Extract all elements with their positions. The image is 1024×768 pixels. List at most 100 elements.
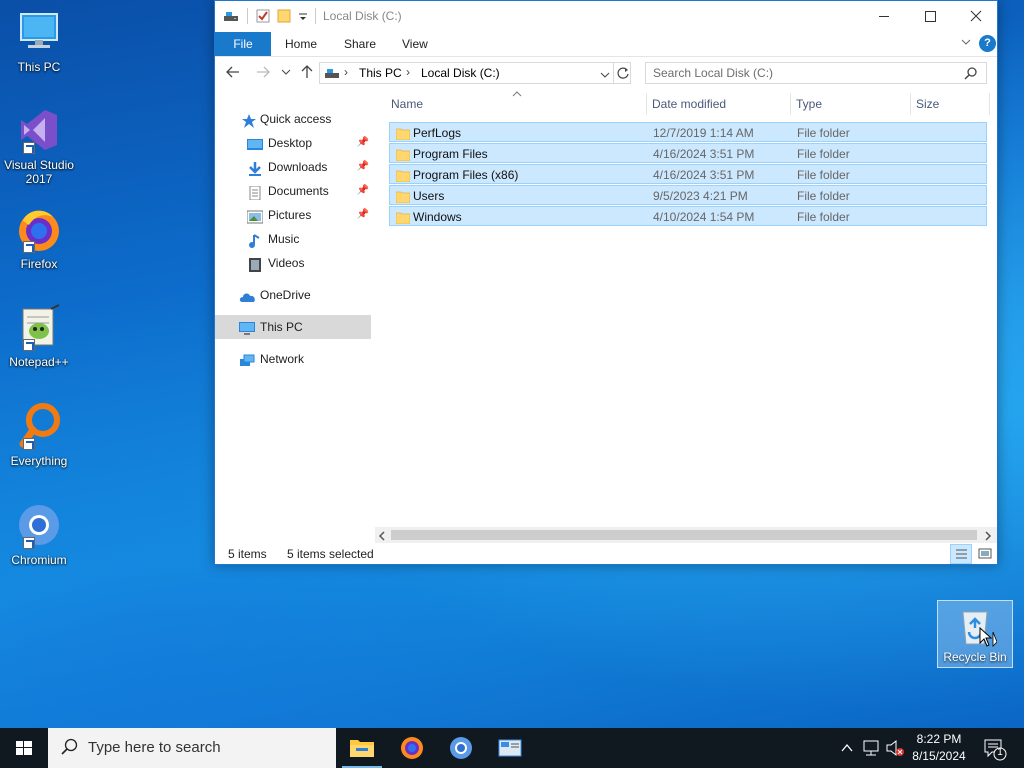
nav-onedrive[interactable]: OneDrive — [215, 283, 371, 307]
music-icon — [247, 232, 263, 248]
title-bar[interactable]: Local Disk (C:) — [215, 1, 997, 32]
horizontal-scrollbar[interactable] — [375, 527, 997, 543]
divider — [247, 8, 248, 24]
taskbar-search-input[interactable]: Type here to search — [88, 739, 221, 756]
desktop-icon-recycle-bin[interactable]: Recycle Bin — [937, 600, 1013, 668]
taskbar-app-window[interactable] — [486, 728, 534, 768]
network-status-icon[interactable] — [860, 728, 882, 768]
nav-videos[interactable]: Videos — [215, 251, 371, 275]
volume-muted-icon[interactable] — [884, 728, 906, 768]
tab-file[interactable]: File — [215, 32, 271, 56]
this-pc-icon — [239, 320, 255, 335]
scroll-left-arrow-icon[interactable] — [378, 530, 386, 544]
navigation-pane: Quick access Desktop 📌 Downloads 📌 Docum… — [215, 93, 375, 523]
desktop-icon-everything[interactable]: Everything — [4, 402, 74, 468]
maximize-button[interactable] — [907, 1, 953, 32]
videos-icon — [247, 256, 263, 272]
notifications-icon[interactable]: 1 — [980, 728, 1008, 768]
file-row[interactable]: Users 9/5/2023 4:21 PM File folder — [389, 185, 987, 205]
column-header-type[interactable]: Type — [796, 93, 822, 115]
taskbar-search-box[interactable]: Type here to search — [48, 728, 336, 768]
column-divider[interactable] — [790, 93, 791, 115]
taskbar-firefox[interactable] — [388, 728, 436, 768]
column-divider[interactable] — [989, 93, 990, 115]
drive-icon — [324, 66, 340, 83]
pin-icon[interactable]: 📌 — [357, 131, 369, 155]
file-row[interactable]: Program Files 4/16/2024 3:51 PM File fol… — [389, 143, 987, 163]
search-box[interactable]: Search Local Disk (C:) — [645, 62, 987, 84]
nav-documents[interactable]: Documents 📌 — [215, 179, 371, 203]
scroll-right-arrow-icon[interactable] — [984, 530, 992, 544]
properties-icon[interactable] — [255, 8, 271, 24]
address-bar[interactable]: › This PC › Local Disk (C:) — [319, 62, 631, 84]
close-button[interactable] — [953, 1, 999, 32]
pin-icon[interactable]: 📌 — [357, 155, 369, 179]
nav-label: Downloads — [268, 160, 328, 174]
desktop-icon-chromium[interactable]: Chromium — [4, 501, 74, 567]
taskbar-file-explorer[interactable] — [338, 728, 386, 768]
sort-ascending-icon — [512, 87, 522, 101]
tab-view[interactable]: View — [402, 32, 428, 56]
desktop-icon-visual-studio[interactable]: Visual Studio 2017 — [4, 106, 74, 186]
large-icons-view-button[interactable] — [975, 544, 995, 564]
nav-label: Pictures — [268, 208, 312, 222]
search-icon[interactable] — [964, 66, 978, 83]
desktop-icon-this-pc[interactable]: This PC — [4, 8, 74, 74]
pin-icon[interactable]: 📌 — [357, 203, 369, 227]
nav-label: Videos — [268, 256, 305, 270]
search-input[interactable]: Search Local Disk (C:) — [653, 66, 773, 80]
file-row[interactable]: Windows 4/10/2024 1:54 PM File folder — [389, 206, 987, 226]
desktop-icon-notepad-plus-plus[interactable]: Notepad++ — [4, 303, 74, 369]
recent-locations-dropdown[interactable] — [281, 66, 291, 80]
nav-quick-access[interactable]: Quick access — [215, 107, 371, 131]
nav-label: Quick access — [260, 112, 332, 126]
forward-button[interactable] — [255, 64, 271, 83]
desktop-icon-label: Firefox — [20, 257, 58, 271]
new-folder-icon[interactable] — [277, 8, 293, 24]
notepad-plus-plus-icon — [15, 303, 63, 351]
downloads-icon — [247, 160, 263, 176]
breadcrumb-separator-icon[interactable]: › — [344, 65, 348, 79]
nav-label: Music — [268, 232, 300, 246]
minimize-button[interactable] — [861, 1, 907, 32]
column-header-size[interactable]: Size — [916, 93, 939, 115]
file-type: File folder — [797, 147, 850, 161]
nav-network[interactable]: Network — [215, 347, 371, 371]
taskbar-chromium[interactable] — [437, 728, 485, 768]
breadcrumb-this-pc[interactable]: This PC — [359, 66, 402, 80]
desktop-icon-firefox[interactable]: Firefox — [4, 205, 74, 271]
nav-desktop[interactable]: Desktop 📌 — [215, 131, 371, 155]
nav-this-pc[interactable]: This PC — [215, 315, 371, 339]
column-divider[interactable] — [646, 93, 647, 115]
pin-icon[interactable]: 📌 — [357, 179, 369, 203]
column-divider[interactable] — [910, 93, 911, 115]
file-type: File folder — [797, 126, 850, 140]
nav-music[interactable]: Music — [215, 227, 371, 251]
mouse-cursor-icon — [979, 626, 993, 650]
file-date: 4/16/2024 3:51 PM — [653, 168, 755, 182]
file-row[interactable]: Program Files (x86) 4/16/2024 3:51 PM Fi… — [389, 164, 987, 184]
back-button[interactable] — [225, 64, 241, 83]
tab-share[interactable]: Share — [344, 32, 376, 56]
column-header-date[interactable]: Date modified — [652, 93, 726, 115]
this-pc-icon — [15, 8, 63, 56]
show-hidden-icons-chevron-icon[interactable] — [838, 728, 856, 768]
expand-ribbon-icon[interactable] — [960, 36, 972, 51]
breadcrumb-separator-icon[interactable]: › — [406, 65, 410, 79]
scrollbar-thumb[interactable] — [391, 530, 977, 540]
start-button[interactable] — [0, 728, 48, 768]
column-header-name[interactable]: Name — [391, 93, 423, 115]
address-dropdown-icon[interactable] — [600, 69, 610, 83]
details-view-button[interactable] — [950, 544, 972, 564]
breadcrumb-local-disk[interactable]: Local Disk (C:) — [421, 66, 500, 80]
up-button[interactable] — [299, 64, 315, 83]
customize-qat-dropdown-icon[interactable] — [297, 8, 313, 24]
folder-icon — [395, 126, 411, 141]
refresh-icon[interactable] — [616, 66, 630, 83]
taskbar-clock[interactable]: 8:22 PM 8/15/2024 — [904, 731, 974, 765]
nav-downloads[interactable]: Downloads 📌 — [215, 155, 371, 179]
help-icon[interactable]: ? — [979, 35, 996, 52]
tab-home[interactable]: Home — [285, 32, 317, 56]
file-row[interactable]: PerfLogs 12/7/2019 1:14 AM File folder — [389, 122, 987, 142]
nav-pictures[interactable]: Pictures 📌 — [215, 203, 371, 227]
